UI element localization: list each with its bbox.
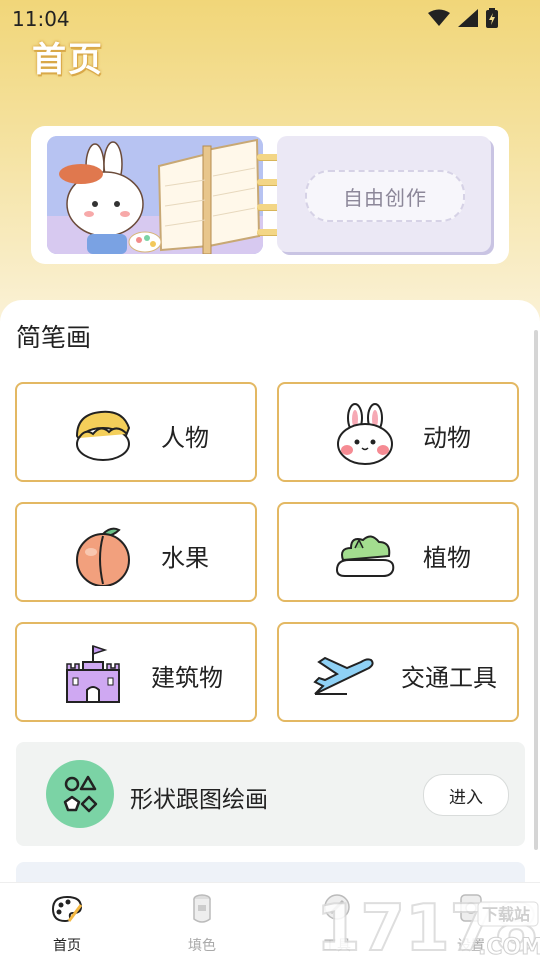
nav-label: 首页 — [53, 938, 81, 954]
battery-icon — [486, 8, 498, 28]
castle-icon — [66, 644, 120, 703]
shape-drawing-label: 形状跟图绘画 — [130, 787, 268, 813]
category-card-fruit[interactable]: 水果 — [15, 502, 257, 602]
signal-icon — [458, 9, 478, 27]
wifi-icon — [428, 9, 450, 26]
category-label: 水果 — [161, 544, 209, 572]
watermark-sub-top: 下载站 — [482, 905, 530, 924]
shapes-icon — [46, 760, 114, 828]
banner-card: 自由创作 — [31, 126, 509, 264]
airplane-icon — [313, 656, 374, 695]
status-time: 11:04 — [12, 7, 70, 31]
category-card-animal[interactable]: 动物 — [277, 382, 519, 482]
rabbit-icon — [337, 403, 393, 465]
palette-icon — [51, 895, 83, 923]
main-panel: 简笔画 人物 动物 水果 植物 建筑物 交通工具 形状跟图绘画 进入 — [0, 300, 540, 902]
person-icon — [75, 410, 131, 461]
category-card-transport[interactable]: 交通工具 — [277, 622, 519, 722]
scrollbar[interactable] — [534, 330, 538, 850]
shape-drawing-card[interactable]: 形状跟图绘画 进入 — [16, 742, 525, 846]
site-watermark: 17178 下载站 .COM — [316, 891, 540, 960]
watermark-sub-bottom: .COM — [478, 935, 540, 960]
nav-item-home[interactable]: 首页 — [27, 891, 107, 957]
nav-label: 填色 — [188, 938, 216, 954]
banner-illustration[interactable] — [47, 136, 263, 254]
enter-button[interactable]: 进入 — [423, 774, 509, 816]
paint-bucket-icon — [193, 894, 211, 923]
category-label: 动物 — [423, 424, 471, 452]
category-label: 交通工具 — [401, 664, 497, 692]
category-label: 人物 — [161, 424, 209, 452]
nav-item-fill[interactable]: 填色 — [162, 891, 242, 957]
category-label: 建筑物 — [151, 664, 223, 692]
plant-icon — [335, 535, 395, 577]
free-create-card[interactable]: 自由创作 — [277, 136, 491, 252]
status-bar: 11:04 — [0, 0, 540, 36]
category-label: 植物 — [423, 544, 471, 572]
category-card-building[interactable]: 建筑物 — [15, 622, 257, 722]
category-card-plant[interactable]: 植物 — [277, 502, 519, 602]
page-title: 首页 — [32, 40, 104, 80]
peach-icon — [76, 527, 130, 586]
status-icons — [428, 8, 498, 28]
bunny-painter-illustration — [47, 136, 263, 254]
free-create-button[interactable]: 自由创作 — [305, 170, 465, 222]
category-card-person[interactable]: 人物 — [15, 382, 257, 482]
section-title: 简笔画 — [16, 323, 92, 352]
